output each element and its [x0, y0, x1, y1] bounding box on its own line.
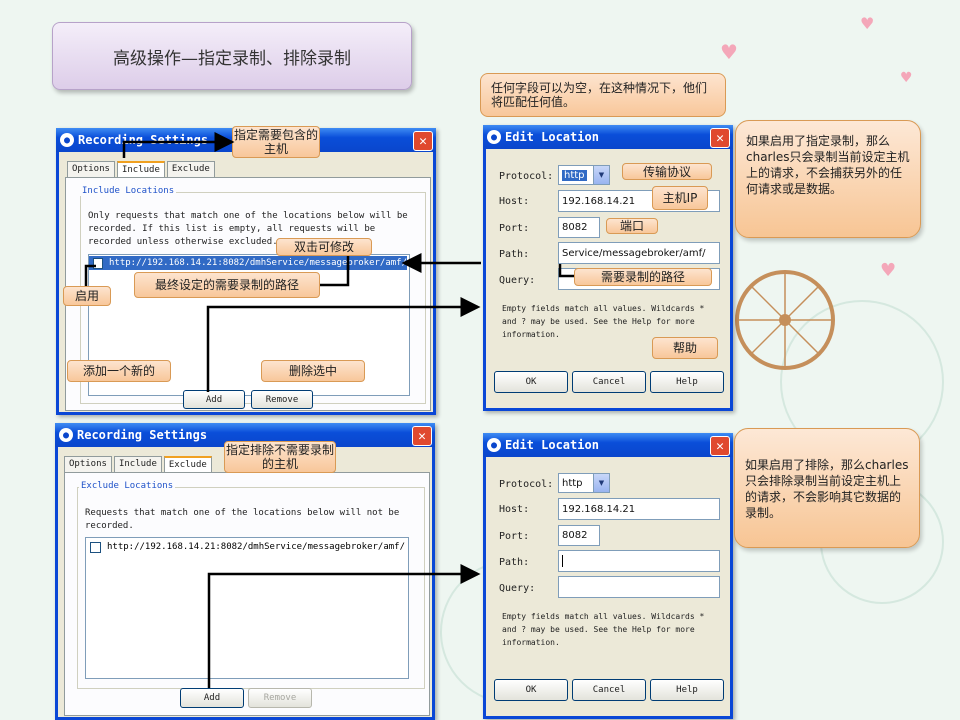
location-entry: http://192.168.14.21:8082/dmhService/mes… [108, 258, 407, 268]
port-label: Port: [499, 223, 530, 234]
port-field[interactable]: 8082 [558, 217, 600, 238]
tab-include[interactable]: Include [113, 456, 162, 472]
heart-icon: ♥ [900, 70, 913, 86]
path-field[interactable] [558, 550, 720, 572]
host-label: Host: [499, 504, 530, 515]
tab-options[interactable]: Options [67, 161, 115, 177]
callout-protocol: 传输协议 [622, 163, 712, 180]
tab-panel: Exclude Locations Requests that match on… [64, 472, 430, 716]
add-button[interactable]: Add [183, 390, 245, 409]
enable-checkbox[interactable] [90, 541, 101, 553]
callout-enable: 启用 [63, 286, 111, 306]
callout-port: 端口 [606, 218, 658, 234]
wildcard-help-text: Empty fields match all values. Wildcards… [502, 612, 705, 647]
port-field[interactable]: 8082 [558, 525, 600, 546]
path-label: Path: [499, 249, 530, 260]
close-button[interactable]: ✕ [710, 128, 730, 148]
exclude-explanation-text: 如果启用了排除，那么charles只会排除录制当前设定主机上的请求，不会影响其它… [745, 458, 909, 520]
window-titlebar: ● Edit Location ✕ [483, 125, 733, 149]
remove-button: Remove [248, 688, 312, 708]
list-item[interactable]: http://192.168.14.21:8082/dmhService/mes… [86, 540, 406, 554]
path-field[interactable]: Service/messagebroker/amf/ [558, 242, 720, 264]
protocol-value: http [562, 169, 587, 181]
callout-exclude-host: 指定排除不需要录制的主机 [224, 441, 336, 473]
query-field[interactable] [558, 576, 720, 598]
bicycle-wheel-illustration [735, 270, 835, 370]
tab-include[interactable]: Include [116, 161, 165, 177]
host-field[interactable]: 192.168.14.21 [558, 498, 720, 520]
protocol-label: Protocol: [499, 171, 554, 182]
text-cursor [562, 555, 563, 567]
protocol-label: Protocol: [499, 479, 554, 490]
include-explanation-text: 如果启用了指定录制，那么charles只会录制当前设定主机上的请求，不会捕获另外… [746, 134, 910, 196]
close-button[interactable]: ✕ [413, 131, 433, 151]
window-titlebar: ● Edit Location ✕ [483, 433, 733, 457]
chevron-down-icon: ▼ [593, 474, 609, 492]
empty-fields-note: 任何字段可以为空，在这种情况下，他们将匹配任何值。 [480, 73, 726, 117]
protocol-value: http [562, 477, 583, 489]
page-title: 高级操作—指定录制、排除录制 [52, 22, 412, 90]
enable-checkbox[interactable] [93, 257, 103, 269]
path-label: Path: [499, 557, 530, 568]
exclude-explanation-panel: 如果启用了排除，那么charles只会排除录制当前设定主机上的请求，不会影响其它… [734, 428, 920, 548]
charles-app-icon: ● [59, 428, 73, 442]
callout-help: 帮助 [652, 337, 718, 359]
query-label: Query: [499, 275, 536, 286]
callout-host-ip: 主机IP [652, 186, 708, 210]
window-title: Edit Location [505, 130, 599, 144]
cancel-button[interactable]: Cancel [572, 679, 646, 701]
edit-location-exclude-window: ● Edit Location ✕ Protocol: http ▼ Host:… [483, 433, 733, 719]
callout-double-click: 双击可修改 [276, 238, 372, 256]
tab-exclude[interactable]: Exclude [163, 456, 212, 472]
location-entry: http://192.168.14.21:8082/dmhService/mes… [107, 542, 406, 552]
callout-delete-selected: 删除选中 [261, 360, 365, 382]
port-label: Port: [499, 531, 530, 542]
group-label: Exclude Locations [79, 481, 176, 491]
heart-icon: ♥ [720, 40, 738, 64]
include-explanation-panel: 如果启用了指定录制，那么charles只会录制当前设定主机上的请求，不会捕获另外… [735, 120, 921, 238]
help-button[interactable]: Help [650, 679, 724, 701]
host-label: Host: [499, 196, 530, 207]
charles-app-icon: ● [487, 438, 501, 452]
heart-icon: ♥ [860, 14, 875, 33]
window-title: Recording Settings [77, 428, 208, 442]
tab-options[interactable]: Options [64, 456, 112, 472]
tab-exclude[interactable]: Exclude [166, 161, 215, 177]
exclude-description: Requests that match one of the locations… [85, 508, 400, 531]
help-button[interactable]: Help [650, 371, 724, 393]
chevron-down-icon: ▼ [593, 166, 609, 184]
callout-add-new: 添加一个新的 [67, 360, 171, 382]
heart-icon: ♥ [880, 260, 897, 281]
ok-button[interactable]: OK [494, 371, 568, 393]
close-button[interactable]: ✕ [710, 436, 730, 456]
wildcard-help-text: Empty fields match all values. Wildcards… [502, 304, 705, 339]
callout-final-path: 最终设定的需要录制的路径 [134, 272, 320, 298]
callout-record-path: 需要录制的路径 [574, 268, 712, 286]
list-item[interactable]: http://192.168.14.21:8082/dmhService/mes… [89, 256, 407, 270]
charles-app-icon: ● [487, 130, 501, 144]
exclude-locations-list: http://192.168.14.21:8082/dmhService/mes… [85, 537, 409, 679]
protocol-select[interactable]: http ▼ [558, 165, 610, 185]
add-button[interactable]: Add [180, 688, 244, 708]
window-title: Recording Settings [78, 133, 209, 147]
ok-button[interactable]: OK [494, 679, 568, 701]
close-button[interactable]: ✕ [412, 426, 432, 446]
group-label: Include Locations [80, 186, 177, 196]
callout-include-host: 指定需要包含的主机 [232, 126, 320, 158]
cancel-button[interactable]: Cancel [572, 371, 646, 393]
window-title: Edit Location [505, 438, 599, 452]
query-label: Query: [499, 583, 536, 594]
remove-button[interactable]: Remove [251, 390, 313, 409]
protocol-select[interactable]: http ▼ [558, 473, 610, 493]
charles-app-icon: ● [60, 133, 74, 147]
empty-fields-note-text: 任何字段可以为空，在这种情况下，他们将匹配任何值。 [491, 81, 708, 109]
